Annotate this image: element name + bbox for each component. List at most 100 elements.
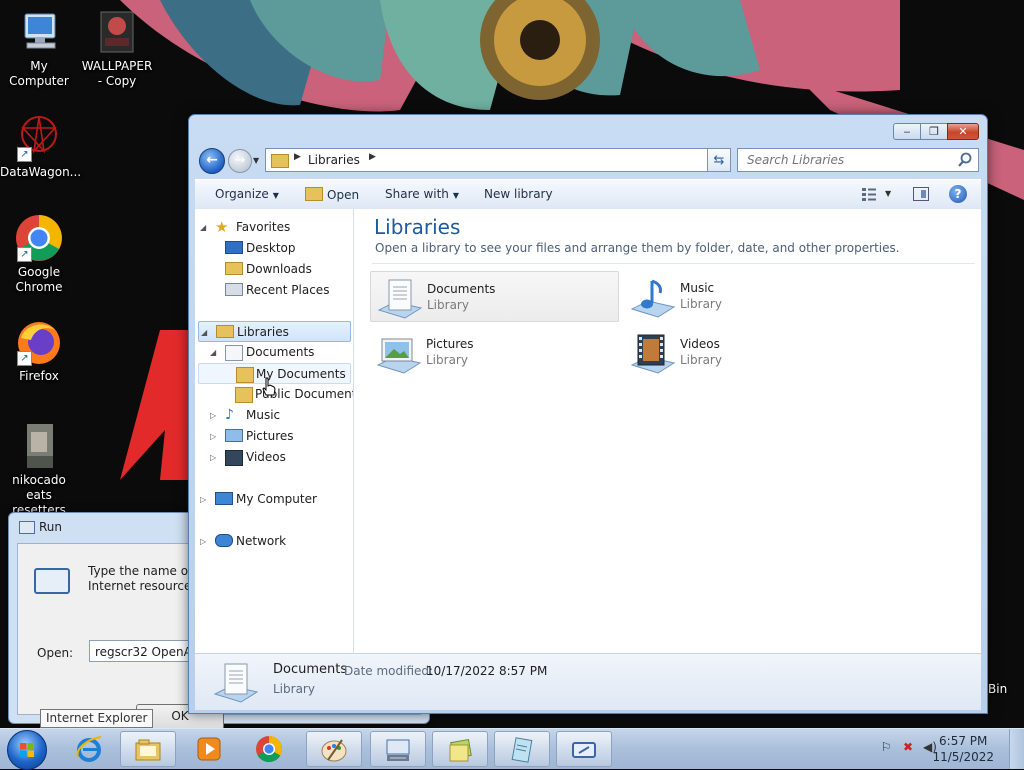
view-options-dropdown-icon[interactable]: ▼ [885,189,891,198]
tree-item-videos[interactable]: ▷ Videos [195,447,351,468]
documents-library-icon [213,663,259,703]
expand-triangle-icon[interactable]: ▷ [210,426,216,447]
library-name: Music [680,281,715,295]
pictures-icon [225,429,243,442]
collapse-triangle-icon[interactable]: ◢ [201,322,207,343]
tree-label: Pictures [246,429,294,443]
forward-button[interactable]: → [228,149,252,173]
action-center-icon[interactable]: ⚐ [878,739,894,755]
desktop-icon-nikocado-video[interactable]: nikocado eats resetters [0,422,78,518]
taskbar-internet-explorer[interactable] [62,731,118,767]
tooltip: Internet Explorer [40,709,154,728]
expand-triangle-icon[interactable]: ▷ [210,447,216,468]
show-desktop-button[interactable] [1009,729,1024,769]
videos-icon [225,450,243,466]
shortcut-arrow-icon: ↗ [17,247,32,262]
refresh-icon: ⇆ [713,153,725,168]
expand-triangle-icon[interactable]: ▷ [200,531,206,552]
network-disconnected-icon[interactable]: ✖ [900,739,916,755]
chrome-icon [256,735,283,763]
minimize-button[interactable]: ‒ [893,123,921,140]
tree-item-network[interactable]: ▷ Network [195,531,351,552]
tree-item-desktop[interactable]: Desktop [195,238,351,259]
computer-icon [15,8,63,56]
taskbar-on-screen-keyboard[interactable] [370,731,426,767]
internet-explorer-icon [76,736,102,762]
back-arrow-icon: ← [206,152,218,168]
desktop-icon-google-chrome[interactable]: ↗ Google Chrome [0,214,78,295]
desktop-icon-my-computer[interactable]: My Computer [0,8,78,89]
taskbar-windows-explorer[interactable] [120,731,176,767]
desktop-icon-label: Firefox [19,369,59,383]
preview-pane-icon[interactable] [913,187,929,201]
new-library-button[interactable]: New library [484,187,553,201]
help-icon[interactable]: ? [949,185,967,203]
breadcrumb-libraries[interactable]: Libraries [308,153,360,167]
library-tile-videos[interactable]: Videos Library [624,327,873,378]
library-tile-documents[interactable]: Documents Library [370,271,619,322]
tree-label: Libraries [237,325,289,339]
documents-library-icon [377,279,423,319]
organize-button[interactable]: Organize ▼ [215,187,279,201]
back-button[interactable]: ← [199,148,225,174]
restore-icon: ❐ [929,125,939,138]
taskbar-run[interactable] [556,731,612,767]
star-icon: ★ [215,218,229,236]
collapse-triangle-icon[interactable]: ◢ [200,217,206,238]
tree-label: Recent Places [246,283,330,297]
tree-item-music[interactable]: ▷ ♪ Music [195,405,351,426]
hand-cursor-icon [262,377,276,396]
desktop-icon-wallpaper-copy[interactable]: WALLPAPER - Copy [78,8,156,89]
tree-label: Favorites [236,220,291,234]
explorer-window: ‒ ❐ ✕ ← → ▼ ▶ Libraries ▶ ▼ ⇆ Organize▼ … [188,114,988,714]
search-input[interactable] [745,152,949,168]
tree-item-libraries[interactable]: ◢ Libraries [198,321,351,342]
search-box[interactable] [737,148,979,172]
navigation-bar: ← → ▼ ▶ Libraries ▶ ▼ ⇆ [189,145,987,175]
taskbar-sticky-notes[interactable] [432,731,488,767]
close-button[interactable]: ✕ [947,123,979,140]
collapse-triangle-icon[interactable]: ◢ [210,342,216,363]
maximize-button[interactable]: ❐ [920,123,948,140]
search-icon[interactable] [957,152,973,168]
folder-icon [236,367,254,383]
desktop-icon-firefox[interactable]: ↗ Firefox [0,318,78,384]
shortcut-arrow-icon: ↗ [17,351,32,366]
address-bar[interactable]: ▶ Libraries ▶ ▼ [265,148,730,172]
tree-item-favorites[interactable]: ◢ ★ Favorites [195,217,351,238]
library-type: Library [427,298,469,312]
libraries-folder-icon [271,154,289,168]
tree-item-recent-places[interactable]: Recent Places [195,280,351,301]
open-button[interactable]: Open [305,187,359,202]
system-clock[interactable]: 6:57 PM 11/5/2022 [932,733,994,765]
expand-triangle-icon[interactable]: ▷ [210,405,216,426]
breadcrumb-chevron-icon[interactable]: ▶ [369,152,376,162]
desktop-icon-datawagon[interactable]: ↗ DataWagon... [0,114,81,180]
tree-label: My Computer [236,492,317,506]
recent-pages-dropdown[interactable]: ▼ [253,156,259,165]
videos-library-icon [630,334,676,374]
change-view-icon[interactable] [861,187,877,201]
folder-icon [305,187,323,201]
library-tile-pictures[interactable]: Pictures Library [370,327,619,378]
tree-item-downloads[interactable]: Downloads [195,259,351,280]
desktop-icon-label: WALLPAPER - Copy [81,59,153,88]
recycle-bin-label[interactable]: Bin [988,682,1007,696]
library-tile-music[interactable]: Music Library [624,271,873,322]
refresh-button[interactable]: ⇆ [707,148,731,172]
run-icon [19,521,35,534]
start-button[interactable] [7,730,47,770]
windows-logo-icon [20,743,34,757]
taskbar-media-player[interactable] [182,731,238,767]
expand-triangle-icon[interactable]: ▷ [200,489,206,510]
tree-item-pictures[interactable]: ▷ Pictures [195,426,351,447]
breadcrumb-chevron-icon[interactable]: ▶ [294,152,301,162]
taskbar-notepad[interactable] [494,731,550,767]
recent-places-icon [225,283,243,296]
taskbar-google-chrome[interactable] [242,731,298,767]
tree-item-my-computer[interactable]: ▷ My Computer [195,489,351,510]
share-with-button[interactable]: Share with ▼ [385,187,459,201]
taskbar-paint[interactable] [306,731,362,767]
tree-item-documents[interactable]: ◢ Documents [195,342,351,363]
page-title: Libraries [374,215,461,239]
